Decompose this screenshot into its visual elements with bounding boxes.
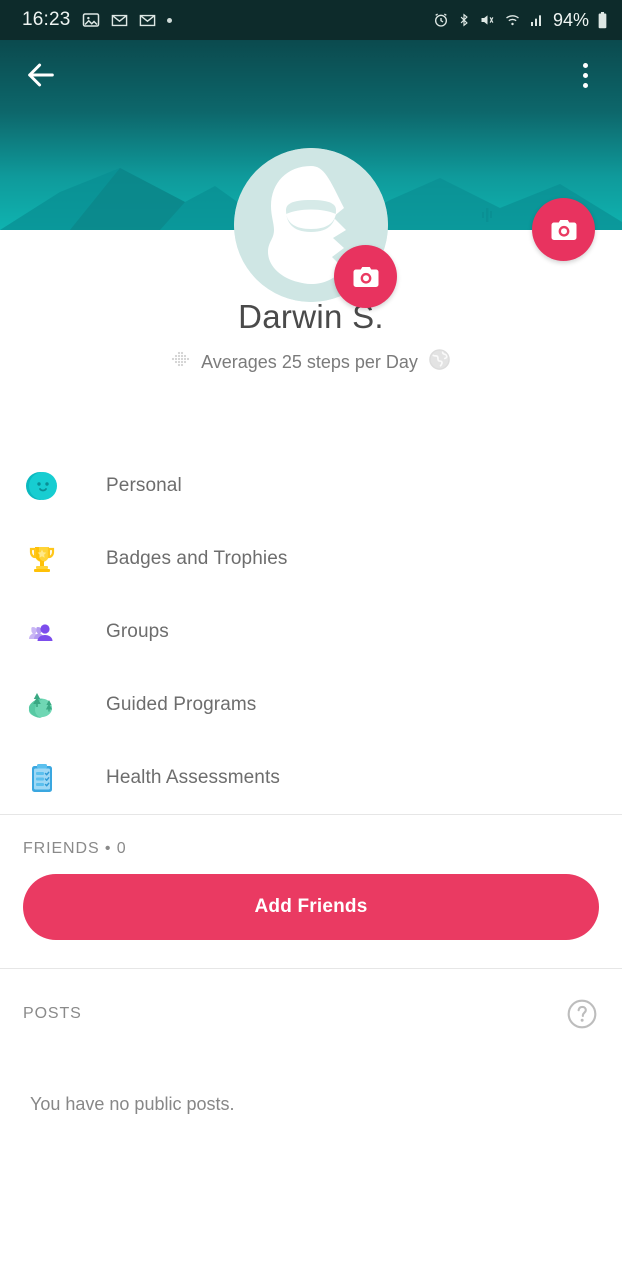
alarm-icon xyxy=(433,12,449,28)
status-bar-left: 16:23 xyxy=(22,9,433,31)
menu-item-groups[interactable]: Groups xyxy=(0,595,622,668)
wifi-icon xyxy=(504,12,521,28)
profile-header: Darwin S. Averages 25 steps per Day xyxy=(0,298,622,377)
posts-section: POSTS You have no public posts. xyxy=(0,969,622,1115)
globe-icon[interactable] xyxy=(427,347,452,377)
cover-toolbar xyxy=(0,40,622,110)
battery-icon xyxy=(597,11,608,29)
steps-dots-icon xyxy=(170,349,192,376)
status-bar-right: 94% xyxy=(433,10,608,31)
question-mark-circle-icon[interactable] xyxy=(565,997,599,1031)
cover-camera-button[interactable] xyxy=(532,198,595,261)
add-friends-button[interactable]: Add Friends xyxy=(23,874,599,940)
photo-icon xyxy=(82,11,100,29)
mute-vibrate-icon xyxy=(479,12,496,28)
avatar-container[interactable] xyxy=(234,148,397,308)
camera-icon xyxy=(551,219,576,240)
menu-item-health-assessments[interactable]: Health Assessments xyxy=(0,741,622,814)
menu-item-guided-programs[interactable]: Guided Programs xyxy=(0,668,622,741)
menu-item-label: Groups xyxy=(106,620,169,642)
smiley-face-icon xyxy=(23,467,61,505)
gmail-icon xyxy=(139,12,156,29)
posts-section-label: POSTS xyxy=(23,1005,82,1022)
menu-item-label: Guided Programs xyxy=(106,693,257,715)
profile-stat-text: Averages 25 steps per Day xyxy=(201,351,418,372)
gmail-icon xyxy=(111,12,128,29)
page-title: Darwin S. xyxy=(238,298,384,335)
people-group-icon xyxy=(23,613,61,651)
friends-spacer xyxy=(0,940,622,968)
profile-stat-line: Averages 25 steps per Day xyxy=(0,347,622,377)
posts-empty-text: You have no public posts. xyxy=(30,1094,235,1114)
menu-item-personal[interactable]: Personal xyxy=(0,449,622,522)
menu-item-label: Health Assessments xyxy=(106,766,280,788)
battery-percentage: 94% xyxy=(552,9,589,30)
trophy-icon xyxy=(23,540,61,578)
friends-section: FRIENDS • 0 Add Friends xyxy=(0,815,622,940)
back-icon[interactable] xyxy=(24,58,58,92)
bluetooth-icon xyxy=(457,12,471,28)
status-bar: 16:23 94% xyxy=(0,0,622,40)
menu-item-badges-and-trophies[interactable]: Badges and Trophies xyxy=(0,522,622,595)
hill-trees-icon xyxy=(23,686,61,724)
overflow-menu-icon[interactable] xyxy=(572,58,598,92)
status-bar-clock: 16:23 xyxy=(22,9,71,30)
dot-indicator-icon xyxy=(166,17,172,23)
friends-section-label: FRIENDS • 0 xyxy=(23,840,127,857)
menu-item-label: Badges and Trophies xyxy=(106,547,288,569)
profile-menu-list: Personal Badges and Trophies Groups Guid… xyxy=(0,449,622,814)
avatar-camera-button[interactable] xyxy=(334,245,397,308)
posts-header: POSTS xyxy=(23,997,599,1031)
camera-icon xyxy=(353,266,378,287)
clipboard-checklist-icon xyxy=(23,759,61,797)
signal-icon xyxy=(529,12,545,28)
menu-item-label: Personal xyxy=(106,474,182,496)
